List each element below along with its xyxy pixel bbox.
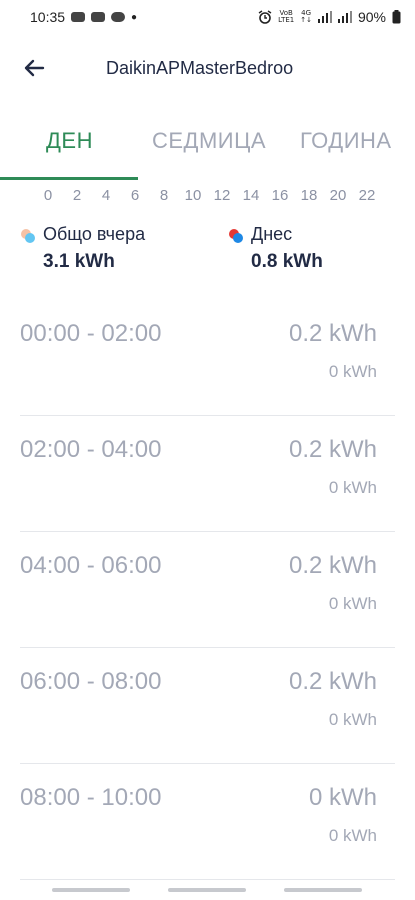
hour-tick: 20 (329, 187, 347, 204)
yesterday-dot-icon (21, 229, 35, 243)
notification-icon (71, 12, 86, 22)
consumption-value: 0 kWh (308, 784, 377, 811)
legend-today: Днес 0.8 kWh (228, 224, 323, 273)
tab-year[interactable]: ГОДИНА (300, 128, 392, 154)
back-gesture-button[interactable] (284, 888, 362, 892)
app-icon (111, 12, 126, 22)
network-4g-icon: 4G ↑↓ (300, 10, 312, 24)
list-item[interactable]: 00:00 - 02:00 0.2 kWh 0 kWh (20, 300, 395, 416)
alarm-icon (258, 10, 272, 24)
consumption-secondary-value: 0 kWh (328, 710, 377, 729)
consumption-value: 0.2 kWh (288, 552, 377, 579)
hour-tick: 12 (213, 187, 231, 204)
hour-tick: 22 (358, 187, 376, 204)
status-bar: 10:35 ● VoB LTE1 4G ↑↓ 90% (0, 0, 415, 34)
active-tab-indicator (0, 177, 138, 180)
legend-today-value: 0.8 kWh (251, 251, 323, 272)
hour-tick: 0 (43, 187, 53, 204)
lte-label: LTE1 (278, 16, 295, 24)
legend-yesterday-label: Общо вчера (43, 224, 146, 244)
time-range: 04:00 - 06:00 (20, 552, 162, 579)
time-range: 02:00 - 04:00 (20, 436, 162, 463)
recents-button[interactable] (52, 888, 130, 892)
more-notifications-icon: ● (131, 11, 138, 23)
signal-icon (317, 11, 332, 23)
youtube-icon (91, 12, 106, 22)
list-item[interactable]: 08:00 - 10:00 0 kWh 0 kWh (20, 764, 395, 880)
status-right: VoB LTE1 4G ↑↓ 90% (258, 9, 401, 25)
network-activity-label: ↑↓ (300, 16, 312, 24)
volte-icon: VoB LTE1 (278, 10, 294, 24)
legend-today-label: Днес (251, 224, 293, 244)
consumption-value: 0.2 kWh (288, 668, 377, 695)
consumption-secondary-value: 0 kWh (328, 478, 377, 497)
energy-legend: Общо вчера 3.1 kWh Днес 0.8 kWh (20, 224, 400, 284)
system-nav-bar (0, 886, 415, 896)
hour-tick: 14 (242, 187, 260, 204)
status-left: 10:35 ● (30, 9, 137, 25)
hour-tick: 16 (271, 187, 289, 204)
legend-yesterday-value: 3.1 kWh (43, 251, 115, 272)
tab-week[interactable]: СЕДМИЦА (152, 128, 266, 154)
hour-tick: 10 (184, 187, 202, 204)
hour-tick: 4 (101, 187, 111, 204)
consumption-value: 0.2 kWh (288, 436, 377, 463)
home-button[interactable] (168, 888, 246, 892)
period-tabs: ДЕН СЕДМИЦА ГОДИНА (0, 118, 415, 180)
page-title: DaikinAPMasterBedroo (106, 58, 294, 78)
arrow-left-icon (24, 59, 45, 77)
tab-day[interactable]: ДЕН (46, 128, 93, 154)
today-dot-icon (229, 229, 243, 243)
time-range: 08:00 - 10:00 (20, 784, 162, 811)
status-time: 10:35 (30, 9, 66, 25)
hour-tick: 2 (72, 187, 82, 204)
consumption-secondary-value: 0 kWh (328, 826, 377, 845)
hour-tick: 8 (159, 187, 169, 204)
consumption-secondary-value: 0 kWh (328, 362, 377, 381)
back-button[interactable] (18, 52, 50, 84)
time-range: 06:00 - 08:00 (20, 668, 162, 695)
consumption-secondary-value: 0 kWh (328, 594, 377, 613)
hour-axis: 0 2 4 6 8 10 12 14 16 18 20 22 (42, 187, 382, 207)
legend-yesterday: Общо вчера 3.1 kWh (20, 224, 145, 273)
time-range: 00:00 - 02:00 (20, 320, 162, 347)
app-header: DaikinAPMasterBedroo (0, 46, 415, 90)
list-item[interactable]: 06:00 - 08:00 0.2 kWh 0 kWh (20, 648, 395, 764)
battery-percent: 90% (357, 9, 386, 25)
hourly-consumption-list: 00:00 - 02:00 0.2 kWh 0 kWh 02:00 - 04:0… (0, 300, 415, 880)
hour-tick: 18 (300, 187, 318, 204)
signal-icon-2 (337, 11, 352, 23)
battery-icon (392, 10, 401, 24)
list-item[interactable]: 04:00 - 06:00 0.2 kWh 0 kWh (20, 532, 395, 648)
consumption-value: 0.2 kWh (288, 320, 377, 347)
hour-tick: 6 (130, 187, 140, 204)
list-item[interactable]: 02:00 - 04:00 0.2 kWh 0 kWh (20, 416, 395, 532)
